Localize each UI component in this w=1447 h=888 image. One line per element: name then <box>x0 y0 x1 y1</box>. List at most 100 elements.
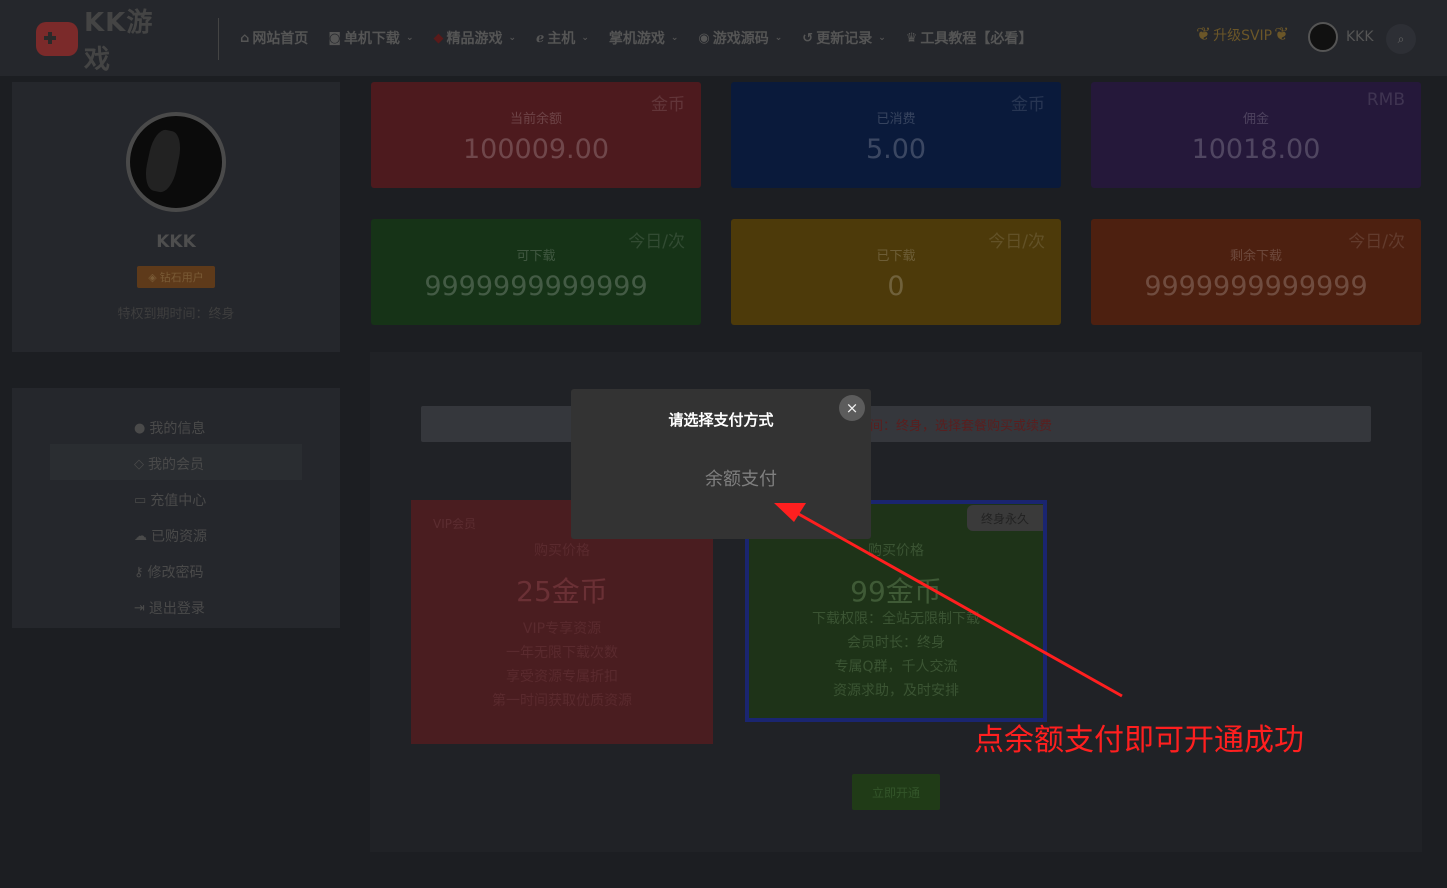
nav-label: 游戏源码 <box>712 31 769 47</box>
stat-value: 9999999999999 <box>424 271 648 302</box>
close-button[interactable]: × <box>839 395 865 421</box>
open-membership-button[interactable]: 立即开通 <box>852 774 940 810</box>
history-icon: ↺ <box>802 30 814 46</box>
sidebar-item-label: 充值中心 <box>150 493 207 509</box>
stat-label: 剩余下载 <box>1229 249 1282 264</box>
stat-value: 5.00 <box>865 134 927 165</box>
stat-card-downloaded: 今日/次 已下载 0 <box>731 219 1061 325</box>
plan-feature: 专属Q群，千人交流 <box>834 659 958 675</box>
sidebar-item-my-info[interactable]: ● 我的信息 <box>134 418 205 438</box>
avatar <box>1308 22 1338 52</box>
sidebar-item-label: 退出登录 <box>148 601 205 617</box>
plan-feature: 享受资源专属折扣 <box>506 669 618 685</box>
nav-label: 精品游戏 <box>446 31 503 47</box>
stat-label: 可下载 <box>516 249 556 264</box>
stat-card-spent: 金币 已消费 5.00 <box>731 82 1061 188</box>
crown-icon: ♛ <box>905 30 918 46</box>
plan-feature: 资源求助，及时安排 <box>833 683 959 699</box>
diamond-icon: ◆ <box>433 30 444 46</box>
wing-left-icon: ❦ <box>1196 24 1212 45</box>
stat-card-commission: RMB 佣金 10018.00 <box>1091 82 1421 188</box>
key-icon: ⚷ <box>134 564 144 580</box>
nav-item-home[interactable]: ⌂ 网站首页 <box>240 28 308 48</box>
svip-label: 升级SVIP <box>1213 27 1273 44</box>
plan-tag: VIP会员 <box>433 517 476 531</box>
privilege-expire: 特权到期时间：终身 <box>117 307 235 322</box>
chevron-down-icon: ⌄ <box>508 33 517 43</box>
close-icon: × <box>845 399 859 417</box>
payment-method-modal: 请选择支付方式 × 余额支付 <box>571 389 871 539</box>
plan-feature: 下载权限：全站无限制下载 <box>812 611 980 627</box>
sidebar-item-recharge[interactable]: ▭ 充值中心 <box>134 490 206 510</box>
annotation-text: 点余额支付即可开通成功 <box>974 723 1304 758</box>
plan-price: 99金币 <box>850 575 942 608</box>
nav-item-tools-tutorial[interactable]: ♛ 工具教程【必看】 <box>906 28 1033 48</box>
nav-item-single-download[interactable]: ◙ 单机下载 ⌄ <box>328 28 413 48</box>
nav-item-source-code[interactable]: ◉ 游戏源码 ⌄ <box>698 28 782 48</box>
sidebar-item-label: 修改密码 <box>147 565 204 581</box>
badge-label: 钻石用户 <box>159 271 204 284</box>
search-icon: ⌕ <box>1397 31 1405 46</box>
dribbble-icon: ◉ <box>698 30 710 46</box>
sidebar-item-my-membership[interactable]: ◇ 我的会员 <box>134 454 204 474</box>
wing-right-icon: ❦ <box>1274 24 1290 45</box>
stat-value: 100009.00 <box>462 134 609 165</box>
user-icon: ● <box>134 420 146 436</box>
sidebar-item-label: 已购资源 <box>151 529 207 545</box>
logo-text: KK游戏 <box>84 8 154 75</box>
sidebar-item-change-password[interactable]: ⚷ 修改密码 <box>134 562 204 582</box>
sidebar-item-label: 我的信息 <box>149 421 206 437</box>
stat-unit: RMB <box>1366 90 1405 110</box>
plan-feature: VIP专享资源 <box>522 621 602 637</box>
modal-title: 请选择支付方式 <box>668 411 774 429</box>
stat-card-downloadable: 今日/次 可下载 9999999999999 <box>371 219 701 325</box>
nav-label: 工具教程【必看】 <box>920 31 1033 47</box>
nav-label: 网站首页 <box>252 31 309 47</box>
card-icon: ▭ <box>134 492 147 508</box>
site-logo[interactable]: KK游戏 <box>36 8 176 75</box>
chevron-down-icon: ⌄ <box>670 33 679 43</box>
chevron-down-icon: ⌄ <box>878 33 886 43</box>
membership-info-text: 间：终身，选择套餐购买或续费 <box>870 419 1053 434</box>
nav-item-premium-games[interactable]: ◆ 精品游戏 ⌄ <box>433 28 516 48</box>
user-menu[interactable]: KKK <box>1308 22 1374 52</box>
gamepad-logo-icon <box>36 22 79 56</box>
top-header: KK游戏 ⌂ 网站首页 ◙ 单机下载 ⌄ ◆ 精品游戏 ⌄ ℯ 主机 ⌄ 掌机游… <box>0 0 1447 76</box>
cloud-icon: ☁ <box>134 528 147 544</box>
sidebar-item-label: 我的会员 <box>148 457 204 473</box>
nav-label: 主机 <box>547 31 576 47</box>
search-button[interactable]: ⌕ <box>1386 24 1416 54</box>
plan-ribbon: 终身永久 <box>967 505 1043 531</box>
balance-pay-option[interactable]: 余额支付 <box>671 465 811 491</box>
page-root: KK游戏 ⌂ 网站首页 ◙ 单机下载 ⌄ ◆ 精品游戏 ⌄ ℯ 主机 ⌄ 掌机游… <box>0 0 1447 888</box>
main-nav: ⌂ 网站首页 ◙ 单机下载 ⌄ ◆ 精品游戏 ⌄ ℯ 主机 ⌄ 掌机游戏 ⌄ ◉… <box>240 26 1052 50</box>
chevron-down-icon: ⌄ <box>581 33 589 43</box>
chevron-down-icon: ⌄ <box>774 33 783 43</box>
profile-card: KKK ◈ 钻石用户 特权到期时间：终身 <box>12 82 340 352</box>
plan-feature: 一年无限下载次数 <box>506 645 618 661</box>
sidebar-item-purchased[interactable]: ☁ 已购资源 <box>134 526 207 546</box>
sidebar-item-logout[interactable]: ⇥ 退出登录 <box>134 598 205 618</box>
stat-value: 10018.00 <box>1191 134 1321 165</box>
plan-price: 25金币 <box>516 575 608 608</box>
signout-icon: ⇥ <box>134 600 145 616</box>
profile-name: KKK <box>156 232 196 252</box>
nav-item-console[interactable]: ℯ 主机 ⌄ <box>536 28 589 48</box>
stat-label: 已消费 <box>876 112 916 127</box>
stat-value: 0 <box>887 271 905 302</box>
home-icon: ⌂ <box>240 30 250 46</box>
header-divider <box>218 18 219 60</box>
nav-item-handheld[interactable]: 掌机游戏 ⌄ <box>609 28 679 48</box>
plan-price-label: 购买价格 <box>534 543 590 559</box>
stat-label: 当前余额 <box>509 112 562 127</box>
upgrade-svip-link[interactable]: ❦ 升级SVIP ❦ <box>1196 24 1289 45</box>
stat-card-remaining: 今日/次 剩余下载 9999999999999 <box>1091 219 1421 325</box>
profile-avatar <box>126 112 226 212</box>
stat-label: 佣金 <box>1242 112 1269 127</box>
plan-feature: 会员时长：终身 <box>847 635 945 651</box>
nav-item-changelog[interactable]: ↺ 更新记录 ⌄ <box>802 28 885 48</box>
stat-label: 已下载 <box>876 249 916 264</box>
nav-label: 掌机游戏 <box>608 31 665 47</box>
plan-feature: 第一时间获取优质资源 <box>492 693 632 709</box>
e-icon: ℯ <box>536 30 545 46</box>
